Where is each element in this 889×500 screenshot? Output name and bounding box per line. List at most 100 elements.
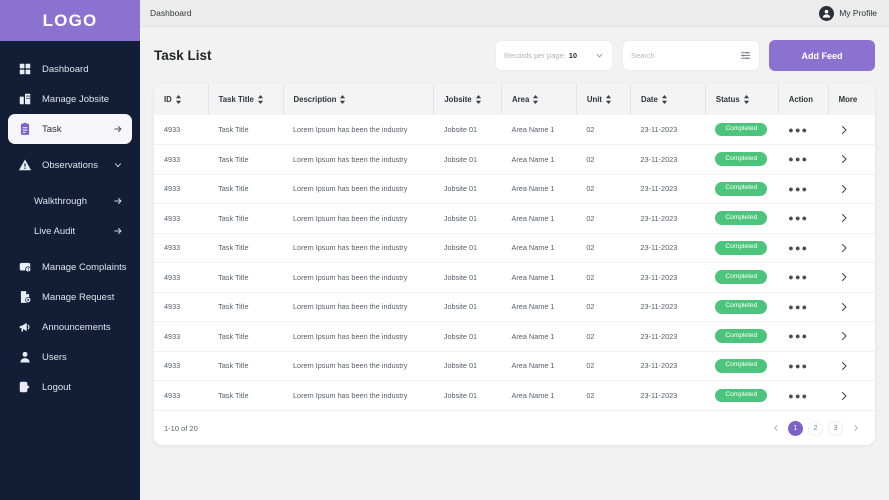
cell-status: Completed bbox=[705, 145, 778, 175]
chevron-right-icon[interactable] bbox=[838, 183, 875, 195]
cell-jobsite: Jobsite 01 bbox=[434, 322, 502, 352]
sidebar-item-walkthrough[interactable]: Walkthrough bbox=[8, 186, 132, 216]
table-row[interactable]: 4933Task TitleLorem Ipsum has been the i… bbox=[154, 351, 875, 381]
sidebar-item-live-audit[interactable]: Live Audit bbox=[8, 216, 132, 246]
sidebar-item-task[interactable]: Task bbox=[8, 114, 132, 144]
records-per-page-select[interactable]: Records per page: 10 bbox=[495, 40, 613, 71]
task-table: IDTask TitleDescriptionJobsiteArea Unit Da… bbox=[154, 84, 875, 410]
column-header-status[interactable]: Status bbox=[705, 84, 778, 115]
column-header-id[interactable]: ID bbox=[154, 84, 208, 115]
table-row[interactable]: 4933Task TitleLorem Ipsum has been the i… bbox=[154, 174, 875, 204]
cell-area: Area Name 1 bbox=[501, 145, 576, 175]
cell-id: 4933 bbox=[154, 233, 208, 263]
more-dots-icon[interactable]: ●●● bbox=[788, 213, 808, 223]
cell-area: Area Name 1 bbox=[501, 351, 576, 381]
more-dots-icon[interactable]: ●●● bbox=[788, 361, 808, 371]
sidebar-item-manage-complaints[interactable]: Manage Complaints bbox=[8, 252, 132, 282]
table-head: IDTask TitleDescriptionJobsiteArea Unit Da… bbox=[154, 84, 875, 115]
cell-date: 23-11-2023 bbox=[630, 292, 705, 322]
more-dots-icon[interactable]: ●●● bbox=[788, 243, 808, 253]
more-dots-icon[interactable]: ●●● bbox=[788, 302, 808, 312]
column-header-jobsite[interactable]: Jobsite bbox=[434, 84, 502, 115]
sort-icon[interactable] bbox=[175, 95, 182, 104]
chevron-right-icon[interactable] bbox=[838, 153, 875, 165]
sidebar-item-label: Walkthrough bbox=[34, 196, 87, 207]
sidebar-item-logout[interactable]: Logout bbox=[8, 372, 132, 402]
table-row[interactable]: 4933Task TitleLorem Ipsum has been the i… bbox=[154, 145, 875, 175]
pagination-prev[interactable] bbox=[768, 421, 783, 436]
more-dots-icon[interactable]: ●●● bbox=[788, 331, 808, 341]
sort-icon[interactable] bbox=[605, 95, 612, 104]
sidebar-item-announcements[interactable]: Announcements bbox=[8, 312, 132, 342]
warning-icon bbox=[17, 158, 32, 173]
cell-jobsite: Jobsite 01 bbox=[434, 233, 502, 263]
cell-description: Lorem Ipsum has been the industry bbox=[283, 145, 434, 175]
table-row[interactable]: 4933Task TitleLorem Ipsum has been the i… bbox=[154, 263, 875, 293]
chevron-right-icon[interactable] bbox=[838, 242, 875, 254]
chevron-right-icon[interactable] bbox=[838, 330, 875, 342]
chevron-right-icon[interactable] bbox=[838, 212, 875, 224]
sort-icon[interactable] bbox=[475, 95, 482, 104]
column-header-task-title[interactable]: Task Title bbox=[208, 84, 283, 115]
cell-unit: 02 bbox=[576, 233, 630, 263]
more-dots-icon[interactable]: ●●● bbox=[788, 184, 808, 194]
cell-action: ●●● bbox=[778, 145, 828, 175]
cell-description: Lorem Ipsum has been the industry bbox=[283, 263, 434, 293]
column-header-date[interactable]: Date bbox=[630, 84, 705, 115]
sort-icon[interactable] bbox=[257, 95, 264, 104]
chevron-right-icon[interactable] bbox=[838, 390, 875, 402]
table-row[interactable]: 4933Task TitleLorem Ipsum has been the i… bbox=[154, 381, 875, 411]
more-dots-icon[interactable]: ●●● bbox=[788, 154, 808, 164]
chevron-right-icon[interactable] bbox=[838, 271, 875, 283]
table-row[interactable]: 4933Task TitleLorem Ipsum has been the i… bbox=[154, 204, 875, 234]
request-icon bbox=[17, 290, 32, 305]
table-row[interactable]: 4933Task TitleLorem Ipsum has been the i… bbox=[154, 115, 875, 145]
more-dots-icon[interactable]: ●●● bbox=[788, 125, 808, 135]
column-label: Unit bbox=[587, 95, 602, 104]
building-icon bbox=[17, 92, 32, 107]
cell-action: ●●● bbox=[778, 351, 828, 381]
profile-menu[interactable]: My Profile bbox=[819, 6, 877, 21]
search-box[interactable] bbox=[622, 40, 760, 71]
sort-icon[interactable] bbox=[661, 95, 668, 104]
cell-area: Area Name 1 bbox=[501, 204, 576, 234]
cell-status: Completed bbox=[705, 115, 778, 145]
table-footer: 1-10 of 20 123 bbox=[154, 410, 875, 445]
sort-icon[interactable] bbox=[743, 95, 750, 104]
more-dots-icon[interactable]: ●●● bbox=[788, 391, 808, 401]
table-row[interactable]: 4933Task TitleLorem Ipsum has been the i… bbox=[154, 292, 875, 322]
add-feed-button[interactable]: Add Feed bbox=[769, 40, 875, 71]
chevron-down-icon[interactable] bbox=[113, 160, 123, 170]
filter-sliders-icon[interactable] bbox=[740, 50, 751, 61]
sidebar-item-dashboard[interactable]: Dashboard bbox=[8, 54, 132, 84]
cell-date: 23-11-2023 bbox=[630, 115, 705, 145]
arrow-right-icon bbox=[113, 196, 123, 206]
chevron-right-icon[interactable] bbox=[838, 301, 875, 313]
cell-jobsite: Jobsite 01 bbox=[434, 174, 502, 204]
search-input[interactable] bbox=[631, 51, 735, 60]
sidebar-item-users[interactable]: Users bbox=[8, 342, 132, 372]
column-header-description[interactable]: Description bbox=[283, 84, 434, 115]
table-row[interactable]: 4933Task TitleLorem Ipsum has been the i… bbox=[154, 322, 875, 352]
pagination-page[interactable]: 3 bbox=[828, 421, 843, 436]
user-avatar-icon bbox=[819, 6, 834, 21]
cell-jobsite: Jobsite 01 bbox=[434, 381, 502, 411]
pagination-next[interactable] bbox=[848, 421, 863, 436]
sort-icon[interactable] bbox=[339, 95, 346, 104]
arrow-right-icon bbox=[113, 124, 123, 134]
cell-action: ●●● bbox=[778, 204, 828, 234]
sort-icon[interactable] bbox=[532, 95, 539, 104]
sidebar-item-observations[interactable]: Observations bbox=[8, 150, 132, 180]
chevron-right-icon[interactable] bbox=[838, 124, 875, 136]
chevron-right-icon[interactable] bbox=[838, 360, 875, 372]
status-badge: Completed bbox=[715, 211, 767, 225]
cell-jobsite: Jobsite 01 bbox=[434, 351, 502, 381]
pagination-page[interactable]: 2 bbox=[808, 421, 823, 436]
column-header-area[interactable]: Area bbox=[501, 84, 576, 115]
table-row[interactable]: 4933Task TitleLorem Ipsum has been the i… bbox=[154, 233, 875, 263]
sidebar-item-manage-request[interactable]: Manage Request bbox=[8, 282, 132, 312]
pagination-page[interactable]: 1 bbox=[788, 421, 803, 436]
column-header-unit[interactable]: Unit bbox=[576, 84, 630, 115]
more-dots-icon[interactable]: ●●● bbox=[788, 272, 808, 282]
sidebar-item-manage-jobsite[interactable]: Manage Jobsite bbox=[8, 84, 132, 114]
